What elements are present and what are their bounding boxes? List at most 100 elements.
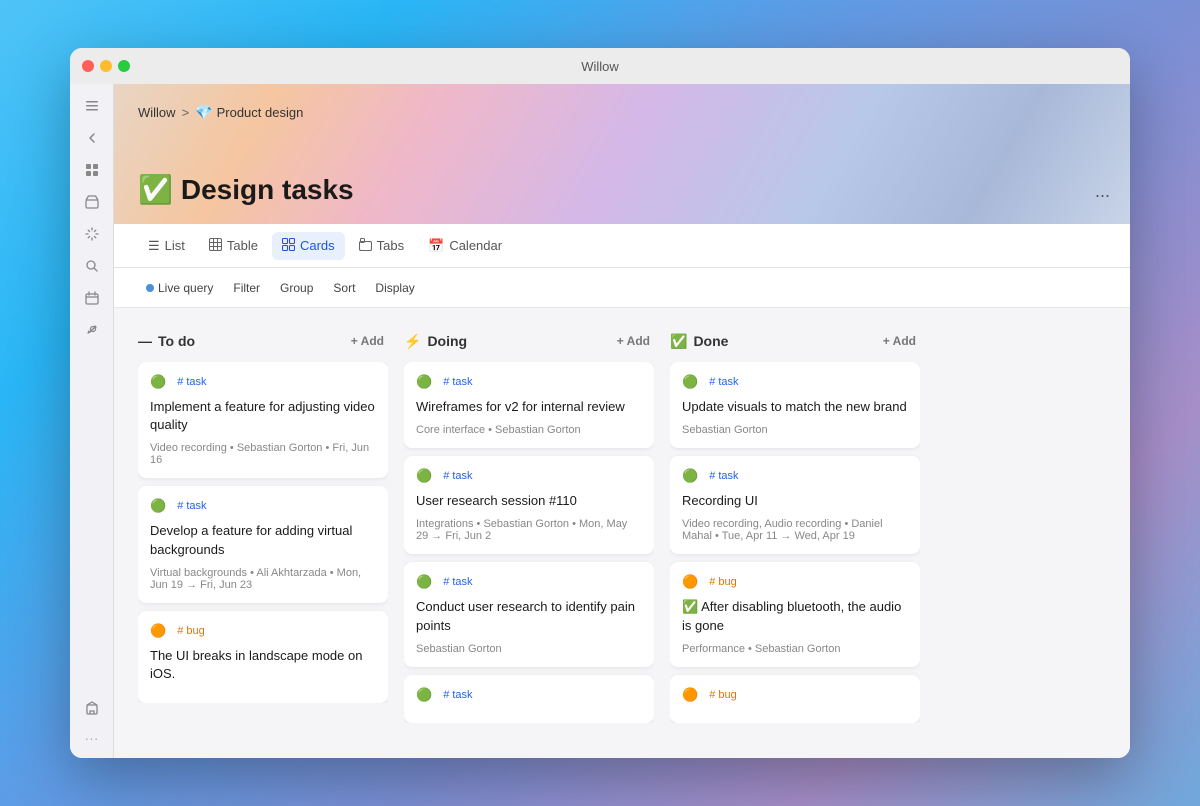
type-icon: 🟠 xyxy=(682,574,698,590)
tab-list[interactable]: ☰ List xyxy=(138,232,195,260)
card-title: ✅ After disabling bluetooth, the audio i… xyxy=(682,598,908,634)
back-icon[interactable] xyxy=(78,124,106,152)
group-label: Group xyxy=(280,281,313,295)
task-card[interactable]: 🟢# taskUser research session #110Integra… xyxy=(404,456,654,554)
tab-cards-label: Cards xyxy=(300,238,335,253)
column-done: ✅Done+ Add🟢# taskUpdate visuals to match… xyxy=(670,332,920,758)
sort-button[interactable]: Sort xyxy=(325,277,363,299)
type-label: # task xyxy=(171,374,212,390)
live-query-label: Live query xyxy=(158,281,213,295)
card-title: Wireframes for v2 for internal review xyxy=(416,398,642,416)
card-title: Conduct user research to identify pain p… xyxy=(416,598,642,634)
search-icon[interactable] xyxy=(78,252,106,280)
page-title: ✅ Design tasks xyxy=(138,173,354,206)
task-card[interactable]: 🟢# taskDevelop a feature for adding virt… xyxy=(138,486,388,602)
type-icon: 🟢 xyxy=(150,374,166,390)
filter-button[interactable]: Filter xyxy=(225,277,268,299)
hero-banner: Willow > 💎 Product design ✅ Design tasks… xyxy=(114,84,1130,224)
display-label: Display xyxy=(375,281,414,295)
type-label: # task xyxy=(703,468,744,484)
card-title: Implement a feature for adjusting video … xyxy=(150,398,376,434)
sparkle-icon[interactable] xyxy=(78,220,106,248)
column-header-doing: ⚡Doing+ Add xyxy=(404,332,654,350)
tab-tabs[interactable]: Tabs xyxy=(349,232,414,260)
type-icon: 🟢 xyxy=(416,374,432,390)
building-icon[interactable] xyxy=(78,694,106,722)
column-header-done: ✅Done+ Add xyxy=(670,332,920,350)
filter-label: Filter xyxy=(233,281,260,295)
cards-list-done: 🟢 # task Update visuals to match the new b… xyxy=(670,362,920,723)
display-button[interactable]: Display xyxy=(367,277,422,299)
card-title: User research session #110 xyxy=(416,492,642,510)
breadcrumb-parent[interactable]: Willow xyxy=(138,105,176,120)
type-label: # task xyxy=(171,498,212,514)
type-label: # task xyxy=(703,374,744,390)
sort-label: Sort xyxy=(333,281,355,295)
cards-list-todo: 🟢 # task Implement a feature for adjusting… xyxy=(138,362,388,703)
cards-list-doing: 🟢 # task Wireframes for v2 for internal re… xyxy=(404,362,654,723)
type-icon: 🟢 xyxy=(682,468,698,484)
type-label: # task xyxy=(437,374,478,390)
card-type-row: 🟢 # task xyxy=(416,374,642,390)
card-title: Update visuals to match the new brand xyxy=(682,398,908,416)
add-button-doing[interactable]: + Add xyxy=(613,332,654,350)
column-doing: ⚡Doing+ Add 🟢 # task Wireframes for v2 for … xyxy=(404,332,654,758)
task-card[interactable]: 🟢# taskConduct user research to identify… xyxy=(404,562,654,666)
minimize-button[interactable] xyxy=(100,60,112,72)
more-options-button[interactable]: ... xyxy=(1095,181,1110,202)
column-icon-todo: — xyxy=(138,333,152,349)
type-icon: 🟢 xyxy=(416,574,432,590)
card-meta: Sebastian Gorton xyxy=(682,424,908,436)
task-card[interactable]: 🟢 # task Implement a feature for adjusting… xyxy=(138,362,388,478)
titlebar: Willow xyxy=(70,48,1130,84)
live-query-button[interactable]: Live query xyxy=(138,277,221,299)
maximize-button[interactable] xyxy=(118,60,130,72)
tabs-tab-icon xyxy=(359,238,372,254)
filter-bar: Live query Filter Group Sort Display xyxy=(114,268,1130,308)
card-meta: Video recording, Audio recording • Danie… xyxy=(682,518,908,542)
card-type-row: 🟢# task xyxy=(416,468,642,484)
sidebar-toggle-icon[interactable] xyxy=(78,92,106,120)
card-placeholder[interactable]: 🟢 # task xyxy=(404,675,654,723)
table-tab-icon xyxy=(209,238,222,254)
tab-list-label: List xyxy=(165,238,185,253)
card-title: The UI breaks in landscape mode on iOS. xyxy=(150,647,376,683)
card-placeholder[interactable]: 🟠# bug xyxy=(670,675,920,723)
breadcrumb-current-label[interactable]: Product design xyxy=(217,105,304,120)
card-type-row: 🟢 # task xyxy=(682,468,908,484)
type-icon: 🟢 xyxy=(416,687,432,703)
grid-icon[interactable] xyxy=(78,156,106,184)
card-type-row: 🟠# bug xyxy=(682,574,908,590)
task-card[interactable]: 🟢# taskUpdate visuals to match the new b… xyxy=(670,362,920,448)
column-title-done: Done xyxy=(693,333,872,349)
tab-cards[interactable]: Cards xyxy=(272,232,345,260)
task-card[interactable]: 🟢 # task Wireframes for v2 for internal re… xyxy=(404,362,654,448)
task-card[interactable]: 🟠# bugThe UI breaks in landscape mode on… xyxy=(138,611,388,703)
window-title: Willow xyxy=(581,59,619,74)
card-title: Develop a feature for adding virtual bac… xyxy=(150,522,376,558)
breadcrumb: Willow > 💎 Product design xyxy=(138,104,303,121)
calendar-icon[interactable] xyxy=(78,284,106,312)
breadcrumb-current: 💎 Product design xyxy=(195,104,303,121)
card-meta: Video recording • Sebastian Gorton • Fri… xyxy=(150,442,376,466)
breadcrumb-separator: > xyxy=(182,105,190,120)
tab-table-label: Table xyxy=(227,238,258,253)
group-button[interactable]: Group xyxy=(272,277,321,299)
type-label: # task xyxy=(437,687,478,703)
pin-icon[interactable] xyxy=(78,316,106,344)
sidebar-more[interactable]: ··· xyxy=(85,726,99,750)
boards-area: —To do+ Add🟢# taskImplement a feature fo… xyxy=(114,308,1130,758)
card-type-row: 🟢 # task xyxy=(150,374,376,390)
type-label: # task xyxy=(437,468,478,484)
close-button[interactable] xyxy=(82,60,94,72)
add-button-todo[interactable]: + Add xyxy=(347,332,388,350)
task-card[interactable]: 🟠# bug ✅ After disabling bluetooth, the a… xyxy=(670,562,920,666)
inbox-icon[interactable] xyxy=(78,188,106,216)
add-button-done[interactable]: + Add xyxy=(879,332,920,350)
tab-calendar[interactable]: 📅 Calendar xyxy=(418,232,512,260)
main-content: Willow > 💎 Product design ✅ Design tasks… xyxy=(114,84,1130,758)
task-card[interactable]: 🟢# taskRecording UIVideo recording, Audi… xyxy=(670,456,920,554)
app-body: ··· Willow > 💎 Product design ✅ Design t… xyxy=(70,84,1130,758)
tab-table[interactable]: Table xyxy=(199,232,268,260)
app-window: Willow xyxy=(70,48,1130,758)
